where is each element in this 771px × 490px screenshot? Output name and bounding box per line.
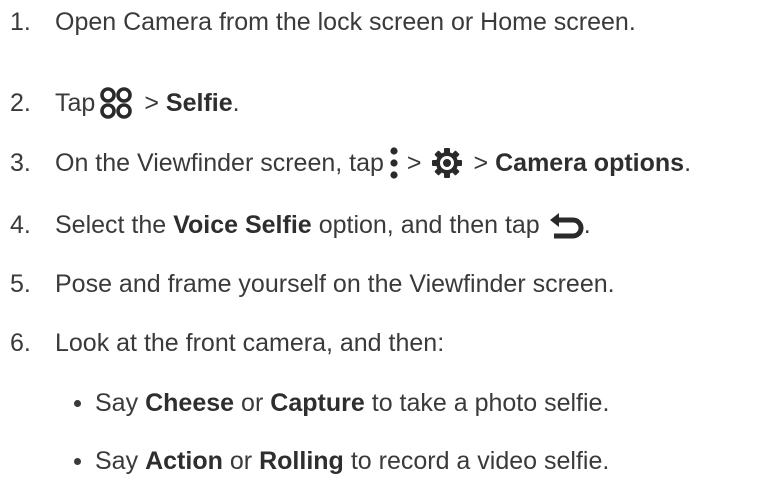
bullet-text-mid: or (229, 447, 253, 475)
more-vertical-icon (390, 146, 398, 180)
separator: > (406, 149, 422, 177)
step-bold: Selfie (165, 89, 233, 117)
step-1: 1. Open Camera from the lock screen or H… (10, 7, 636, 37)
bullet-text-pre: Say (95, 447, 139, 475)
step-number: 4. (10, 211, 31, 239)
step-number: 3. (10, 149, 31, 177)
bullet-text-post: to take a photo selfie. (371, 389, 610, 417)
bullet-text-pre: Say (95, 389, 139, 417)
step-4: 4. Select the Voice Selfie option, and t… (10, 210, 591, 240)
step-text-post: . (232, 89, 240, 117)
bullet-bold-2: Rolling (259, 447, 344, 475)
back-arrow-icon (548, 211, 584, 239)
bullet-text-post: to record a video selfie. (350, 447, 610, 475)
step-text-mid: option, and then tap (318, 211, 540, 239)
step-text-pre: On the Viewfinder screen, tap (55, 149, 384, 177)
step-number: 5. (10, 270, 31, 298)
bullet-bold-1: Cheese (145, 389, 235, 417)
step-6: 6. Look at the front camera, and then: (10, 328, 444, 358)
gear-icon (431, 147, 463, 179)
separator: > (144, 89, 159, 117)
separator: > (473, 149, 489, 177)
step-text: Open Camera from the lock screen or Home… (55, 8, 636, 36)
bullet-item-2: Say Action or Rolling to record a video … (74, 446, 609, 476)
step-2: 2. Tap > Selfie . (10, 86, 240, 120)
step-5: 5. Pose and frame yourself on the Viewfi… (10, 269, 615, 299)
step-bold: Camera options (495, 149, 685, 177)
step-bold: Voice Selfie (173, 211, 312, 239)
bullet-item-1: Say Cheese or Capture to take a photo se… (74, 388, 609, 418)
step-3: 3. On the Viewfinder screen, tap > > Cam… (10, 146, 691, 180)
bullet-dot (74, 399, 81, 407)
modes-icon (99, 86, 133, 120)
step-text-pre: Tap (55, 89, 96, 117)
step-text: Look at the front camera, and then: (55, 329, 445, 357)
bullet-dot (74, 457, 81, 465)
bullet-bold-2: Capture (270, 389, 365, 417)
step-number: 2. (10, 89, 31, 117)
bullet-bold-1: Action (145, 447, 223, 475)
step-text: Pose and frame yourself on the Viewfinde… (55, 270, 615, 298)
step-text-post: . (583, 211, 591, 239)
bullet-text-mid: or (241, 389, 264, 417)
step-text-post: . (684, 149, 692, 177)
step-number: 1. (10, 8, 31, 36)
step-number: 6. (10, 329, 31, 357)
step-text-pre: Select the (55, 211, 167, 239)
